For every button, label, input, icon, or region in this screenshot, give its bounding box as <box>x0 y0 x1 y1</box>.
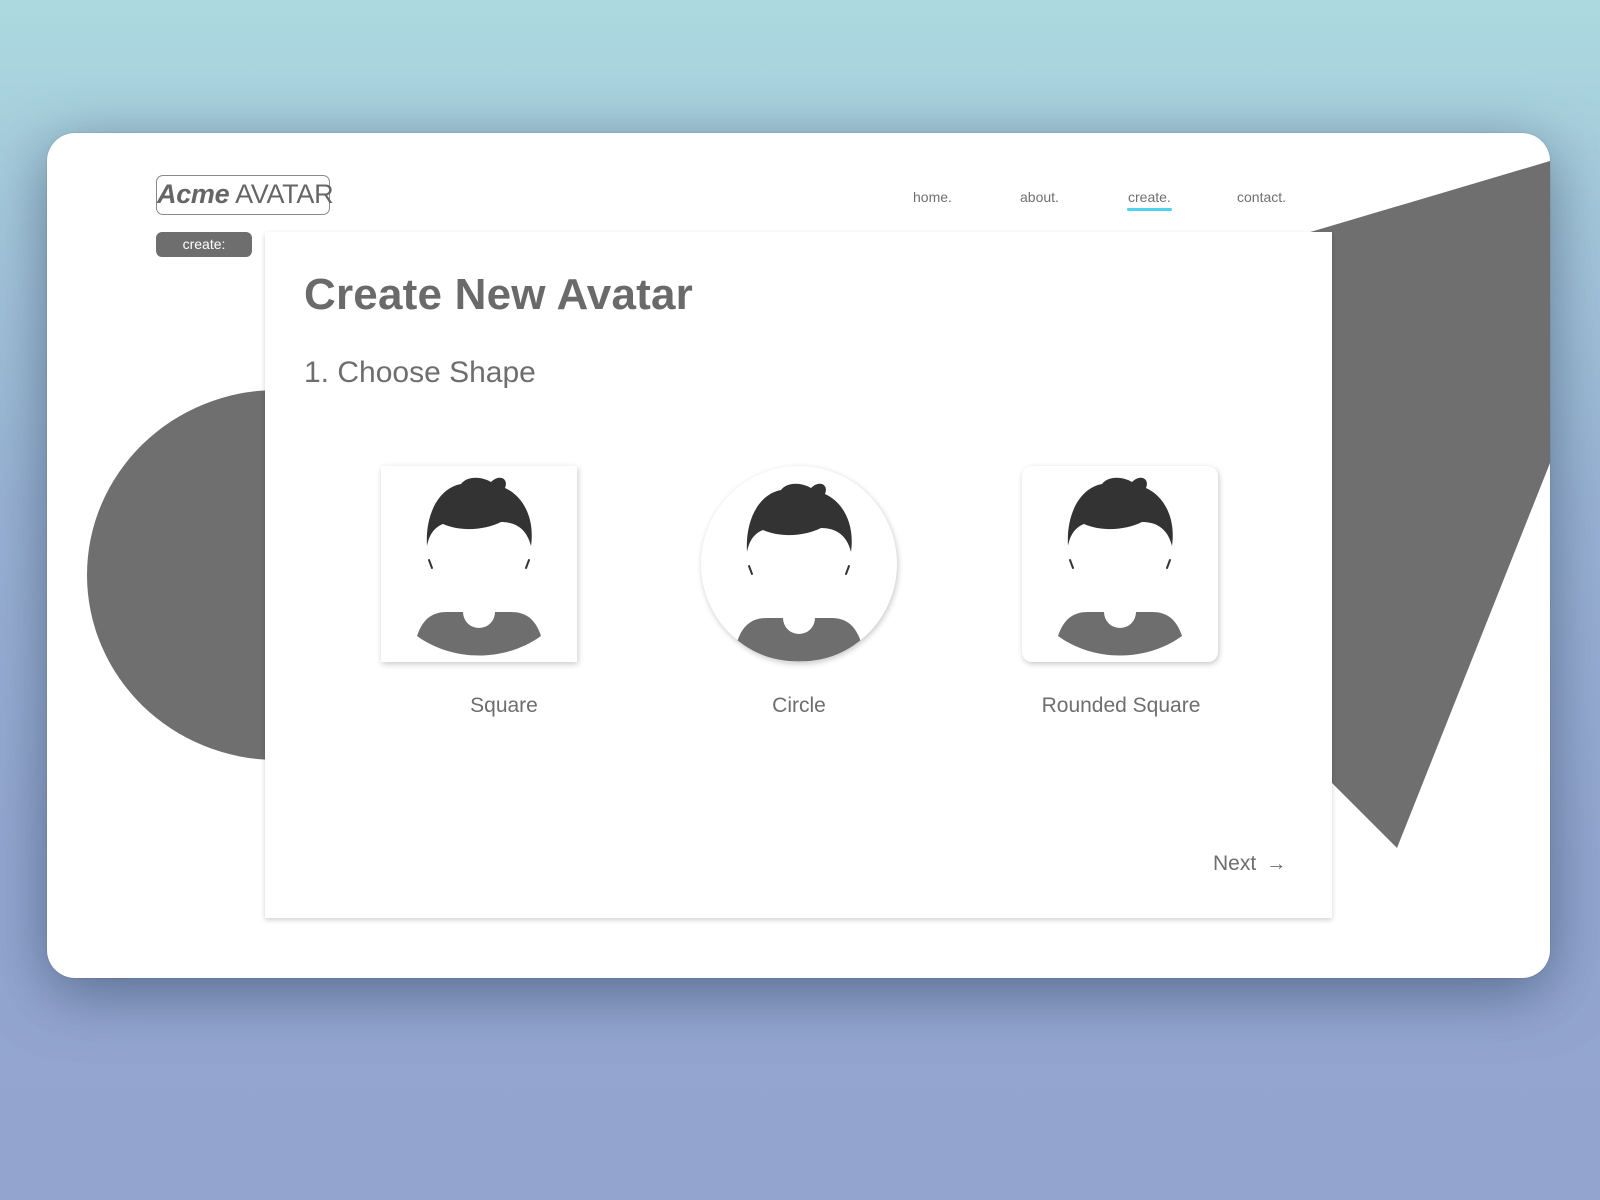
main-nav: home. about. create. contact. <box>47 189 1550 219</box>
next-button[interactable]: Next → <box>1213 852 1286 876</box>
avatar-placeholder-icon <box>1058 477 1182 656</box>
avatar-preview-rounded-square <box>1022 466 1218 662</box>
shape-option-circle[interactable]: Circle <box>701 466 961 736</box>
avatar-placeholder-icon <box>417 477 541 656</box>
step-title: 1. Choose Shape <box>304 356 536 389</box>
decor-triangle <box>1307 161 1550 848</box>
nav-item-create[interactable]: create. <box>1127 189 1172 211</box>
page-title: Create New Avatar <box>304 270 693 319</box>
nav-item-about[interactable]: about. <box>1020 189 1059 205</box>
avatar-placeholder-icon <box>737 483 861 662</box>
next-button-label: Next <box>1213 852 1257 875</box>
shape-label-square: Square <box>470 694 538 717</box>
avatar-preview-circle <box>701 466 897 662</box>
nav-item-home[interactable]: home. <box>913 189 952 205</box>
arrow-right-icon: → <box>1266 853 1287 875</box>
shape-label-circle: Circle <box>772 694 826 717</box>
shape-label-rounded-square: Rounded Square <box>1041 694 1201 717</box>
avatar-preview-square <box>381 466 577 662</box>
create-avatar-card: Create New Avatar 1. Choose Shape Square <box>265 232 1332 918</box>
nav-item-contact[interactable]: contact. <box>1237 189 1286 205</box>
shape-option-square[interactable]: Square <box>381 466 641 736</box>
app-window: Acme AVATAR create: home. about. create.… <box>47 133 1550 978</box>
shape-option-rounded-square[interactable]: Rounded Square <box>1022 466 1282 736</box>
section-pill: create: <box>156 232 252 257</box>
